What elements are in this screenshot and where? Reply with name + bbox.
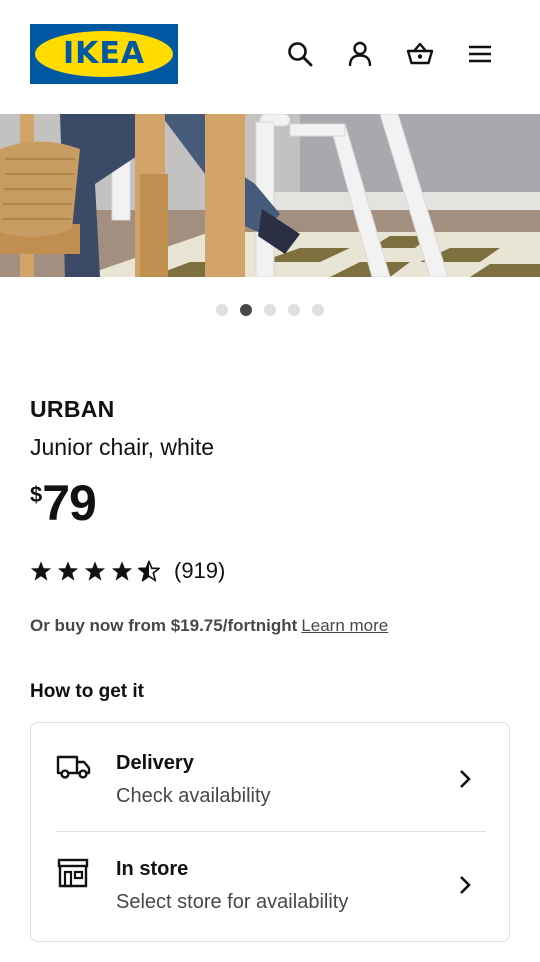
top-header: IKEA [0,0,540,114]
learn-more-link[interactable]: Learn more [301,616,388,635]
in-store-option[interactable]: In store Select store for availability [31,829,509,932]
chevron-right-icon [460,770,471,788]
user-icon[interactable] [340,34,380,74]
truck-icon [56,755,91,779]
availability-card: Delivery Check availability In store Sel… [30,722,510,942]
in-store-subtitle: Select store for availability [116,891,349,913]
chevron-right-icon [460,876,471,894]
menu-icon[interactable] [460,34,500,74]
ikea-logo[interactable]: IKEA [30,24,178,84]
carousel-dot-active[interactable] [240,304,252,316]
carousel-indicator [0,304,540,318]
delivery-title: Delivery [116,752,194,774]
logo-text: IKEA [62,36,146,71]
carousel-dot[interactable] [312,304,324,316]
star-icon [84,561,106,581]
basket-icon[interactable] [400,34,440,74]
star-icon [30,561,52,581]
store-icon [57,858,89,888]
product-description: Junior chair, white [30,434,215,460]
finance-text: Or buy now from $19.75/fortnight [30,616,298,635]
rating-count: (919) [174,558,226,583]
product-rating[interactable]: (919) [30,558,225,584]
product-price: $79 [30,474,97,532]
star-half-icon [138,560,160,582]
product-image[interactable] [0,114,540,277]
delivery-option[interactable]: Delivery Check availability [31,723,509,826]
price-currency: $ [30,482,43,507]
finance-offer: Or buy now from $19.75/fortnight Learn mo… [30,616,388,636]
how-to-get-it-heading: How to get it [30,681,144,702]
carousel-dot[interactable] [264,304,276,316]
rating-stars [30,560,160,582]
product-name: URBAN [30,396,115,422]
carousel-dot[interactable] [288,304,300,316]
carousel-dot[interactable] [216,304,228,316]
in-store-title: In store [116,858,189,880]
star-icon [111,561,133,581]
delivery-subtitle: Check availability [116,785,271,807]
price-amount: 79 [42,475,97,531]
search-icon[interactable] [280,34,320,74]
star-icon [57,561,79,581]
